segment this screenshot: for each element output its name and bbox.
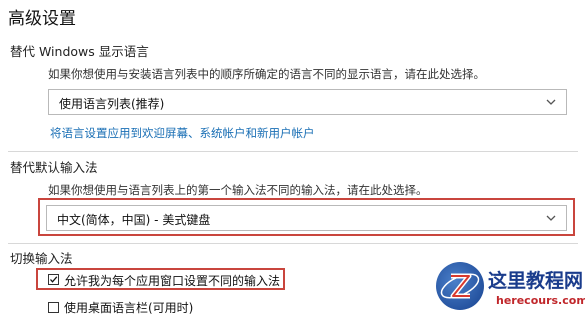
per-app-input-checkbox[interactable] xyxy=(48,274,59,285)
divider xyxy=(8,151,578,152)
input-method-dropdown[interactable]: 中文(简体，中国) - 美式键盘 xyxy=(46,205,567,231)
display-language-dropdown[interactable]: 使用语言列表(推荐) xyxy=(48,89,567,115)
watermark-title: 这里教程网 xyxy=(488,270,584,292)
display-language-description: 如果你想使用与安装语言列表中的顺序所确定的语言不同的显示语言，请在此处选择。 xyxy=(48,67,485,81)
per-app-input-label: 允许我为每个应用窗口设置不同的输入法 xyxy=(64,274,281,288)
page-title: 高级设置 xyxy=(8,9,76,29)
watermark-logo xyxy=(436,262,484,310)
divider xyxy=(8,243,578,244)
chevron-down-icon xyxy=(546,99,556,105)
chevron-down-icon xyxy=(546,215,556,221)
display-language-title: 替代 Windows 显示语言 xyxy=(10,44,149,59)
switch-input-title: 切换输入法 xyxy=(10,251,73,266)
input-method-selected: 中文(简体，中国) - 美式键盘 xyxy=(57,213,211,227)
display-language-selected: 使用语言列表(推荐) xyxy=(59,97,165,111)
input-method-title: 替代默认输入法 xyxy=(10,160,98,175)
z-logo-icon xyxy=(440,273,480,299)
desktop-language-bar-label: 使用桌面语言栏(可用时) xyxy=(64,301,194,315)
watermark-subtitle: herecours.com xyxy=(496,294,585,307)
checkmark-icon xyxy=(50,276,58,283)
input-method-description: 如果你想使用与语言列表上的第一个输入法不同的输入法，请在此处选择。 xyxy=(48,183,428,197)
desktop-language-bar-checkbox[interactable] xyxy=(48,302,59,313)
apply-settings-link[interactable]: 将语言设置应用到欢迎屏幕、系统帐户和新用户帐户 xyxy=(50,125,315,141)
